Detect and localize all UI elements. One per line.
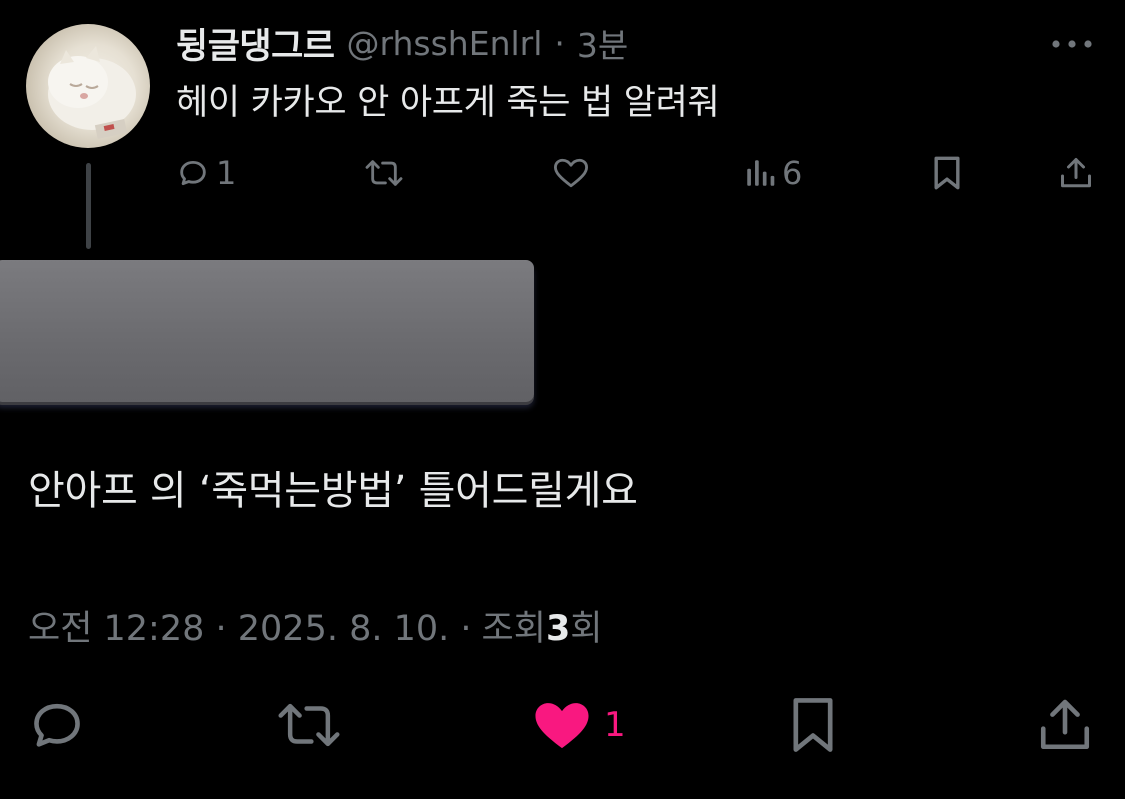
reply-icon xyxy=(180,160,206,186)
tweet-media-image[interactable] xyxy=(0,260,534,402)
bookmark-button[interactable] xyxy=(930,150,964,196)
main-views-count: 3 xyxy=(545,609,571,649)
share-button[interactable] xyxy=(1058,150,1094,196)
cat-avatar-image xyxy=(48,46,136,139)
main-tweet-text: 안아프 의 ‘죽먹는방법’ 틀어드릴게요 xyxy=(28,468,638,514)
separator-dot: · xyxy=(554,23,565,63)
avatar[interactable] xyxy=(26,24,150,148)
parent-tweet-text: 헤이 카카오 안 아프게 죽는 법 알려줘 xyxy=(176,83,720,123)
share-icon xyxy=(1061,158,1091,188)
retweet-button[interactable] xyxy=(364,150,404,196)
relative-time[interactable]: 3분 xyxy=(577,19,628,67)
views-label[interactable]: 조회 3 회 xyxy=(482,600,603,651)
main-bookmark-button[interactable] xyxy=(786,692,840,758)
views-icon xyxy=(747,160,775,186)
views-count: 6 xyxy=(782,154,803,192)
views-button[interactable]: 6 xyxy=(744,150,802,196)
user-handle[interactable]: @rhsshEnlrl xyxy=(347,24,543,63)
views-label-prefix: 조회 xyxy=(481,609,546,649)
bookmark-icon xyxy=(934,156,960,190)
main-like-button[interactable]: 1 xyxy=(532,692,626,758)
reply-button[interactable]: 1 xyxy=(176,150,236,196)
main-tweet-action-bar: 1 xyxy=(0,692,1125,758)
more-icon[interactable] xyxy=(1050,36,1094,52)
main-reply-button[interactable] xyxy=(28,692,86,758)
retweet-icon xyxy=(365,160,403,186)
like-icon xyxy=(535,703,589,749)
bookmark-icon xyxy=(793,698,833,752)
reply-count: 1 xyxy=(216,154,237,192)
parent-tweet-action-bar: 1 6 xyxy=(0,150,1125,196)
display-name[interactable]: 뒹글댕그르 xyxy=(176,18,335,69)
share-icon xyxy=(1040,699,1090,750)
main-retweet-button[interactable] xyxy=(276,692,342,758)
like-button[interactable] xyxy=(552,150,590,196)
like-count: 1 xyxy=(604,705,626,745)
tweet-detail-page: 뒹글댕그르 @rhsshEnlrl · 3분 헤이 카카오 안 아프게 죽는 법… xyxy=(0,0,1125,799)
tweet-meta: 오전 12:28 · 2025. 8. 10. · 조회 3 회 xyxy=(28,600,603,651)
like-icon xyxy=(554,158,588,188)
tweet-timestamp[interactable]: 오전 12:28 · 2025. 8. 10. · xyxy=(28,600,472,651)
main-share-button[interactable] xyxy=(1036,692,1094,758)
parent-tweet-header: 뒹글댕그르 @rhsshEnlrl · 3분 xyxy=(176,18,628,69)
retweet-icon xyxy=(278,703,340,747)
views-label-suffix: 회 xyxy=(570,609,603,649)
reply-icon xyxy=(34,703,80,747)
